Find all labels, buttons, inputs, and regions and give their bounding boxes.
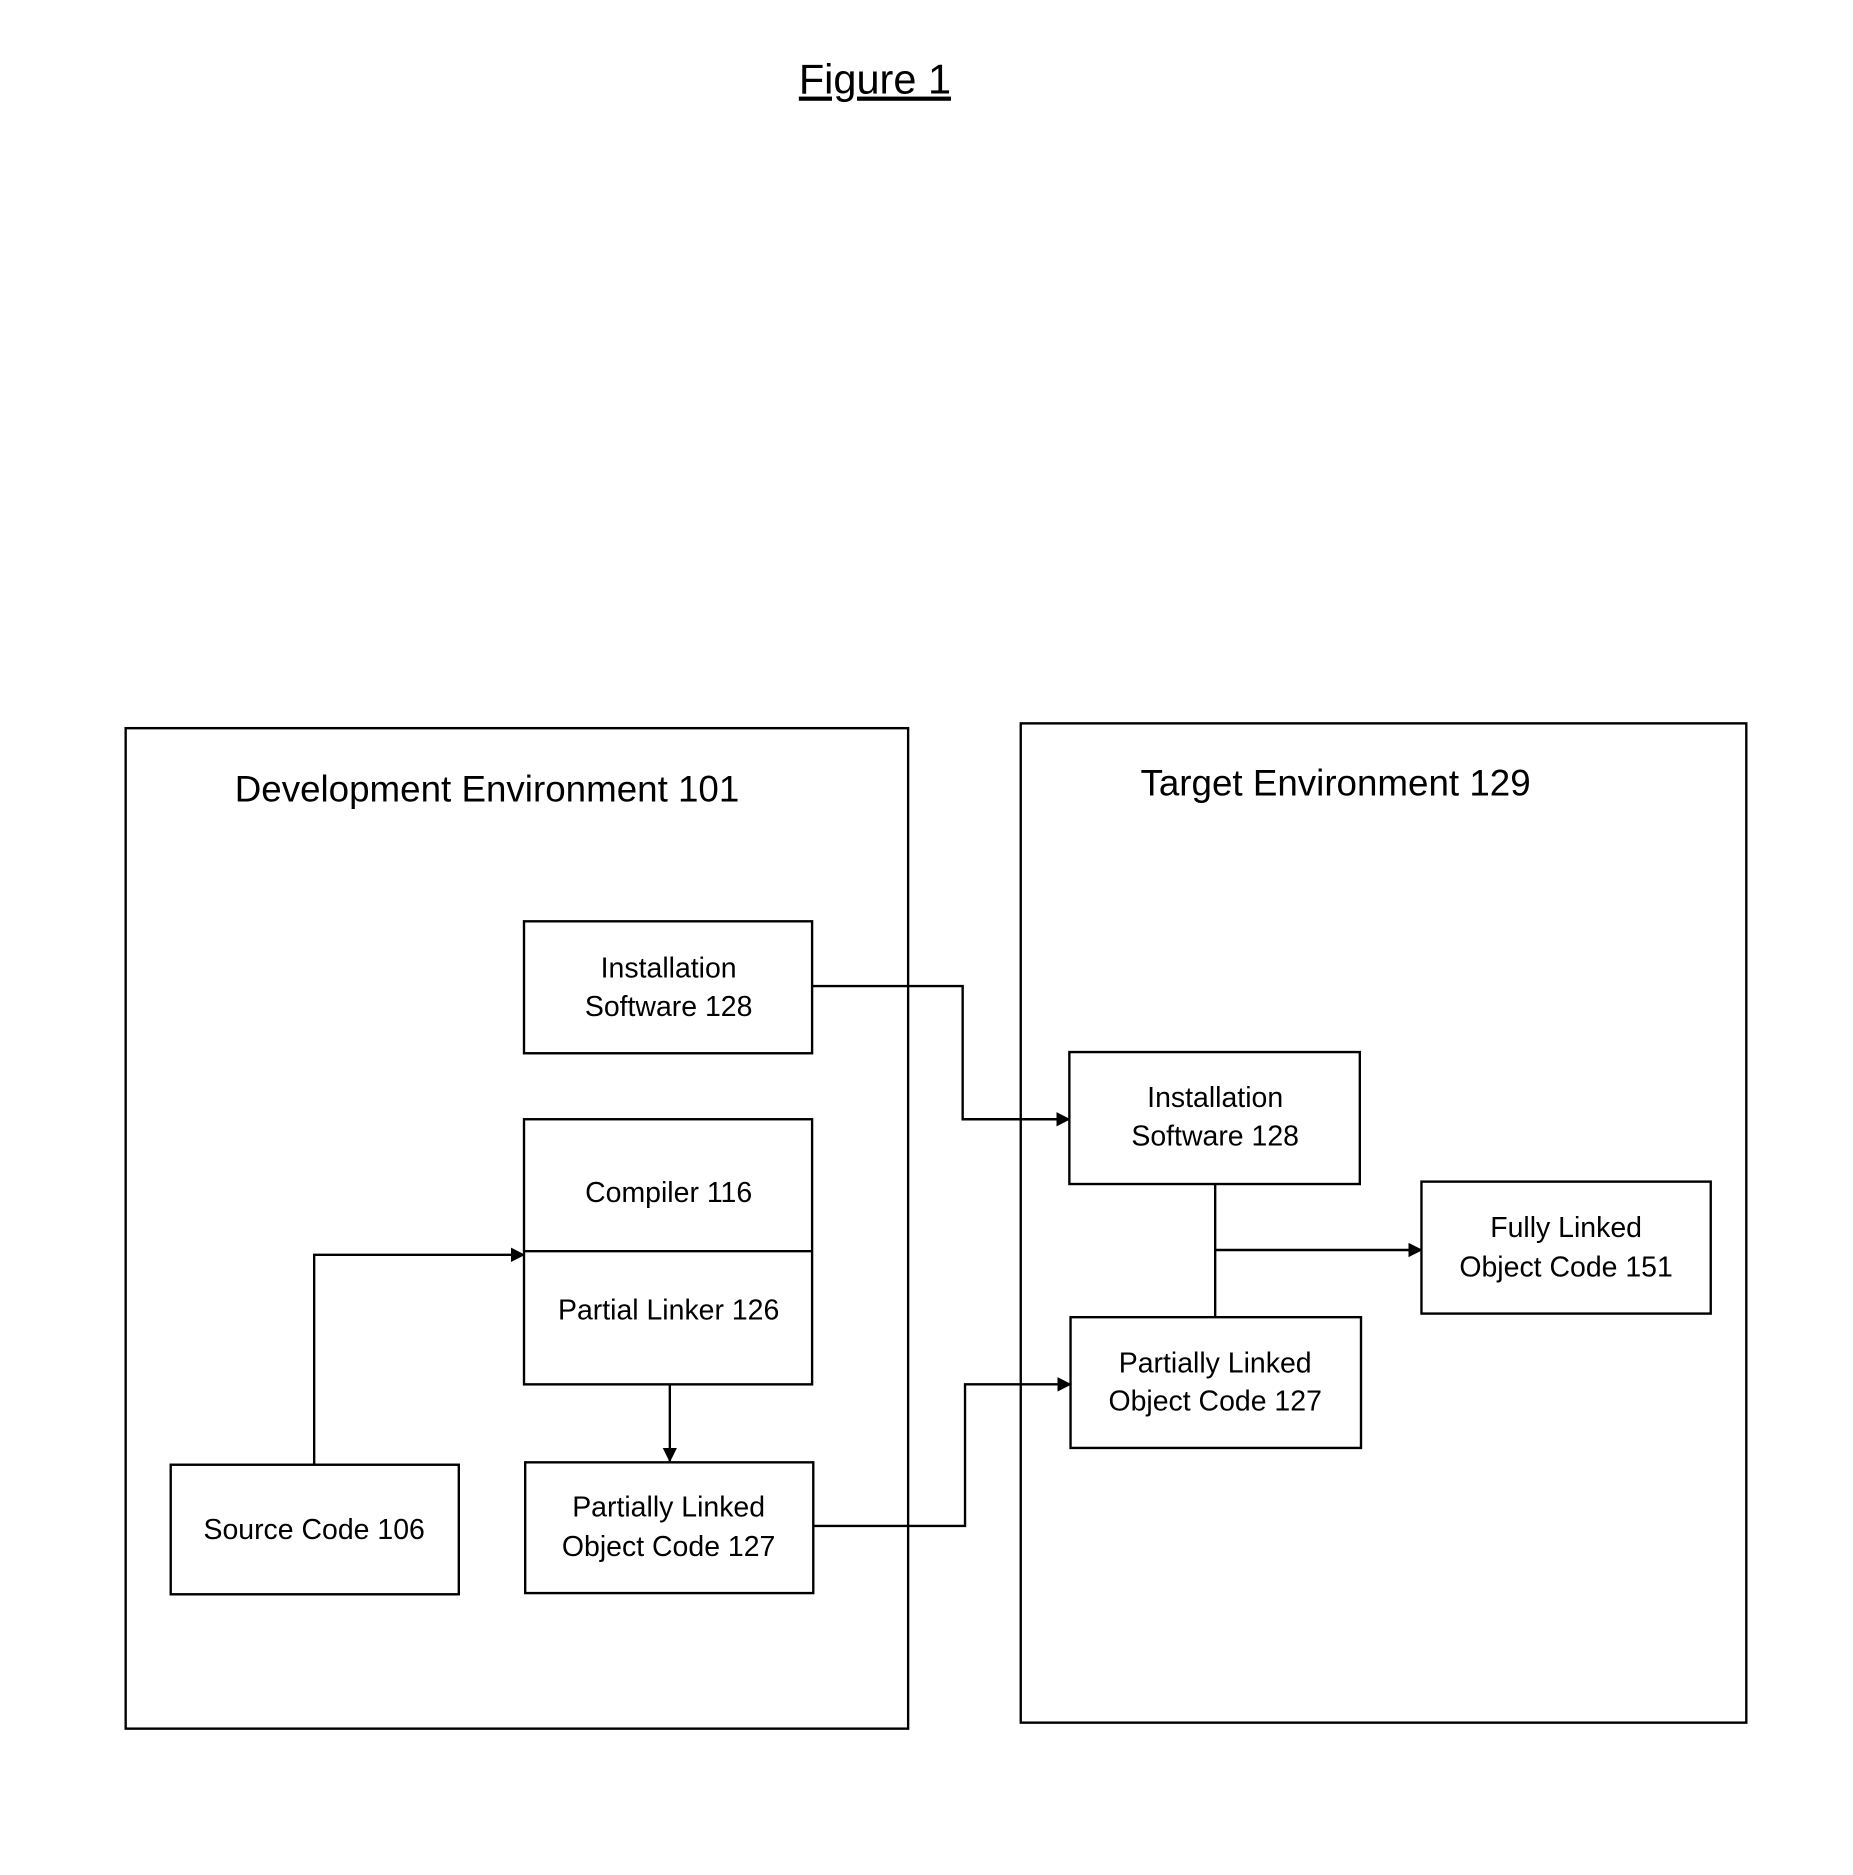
svg-text:Installation: Installation bbox=[601, 953, 737, 985]
svg-text:Object Code 127: Object Code 127 bbox=[562, 1531, 775, 1563]
target-partially-linked-object-code-box: Partially Linked Object Code 127 bbox=[1069, 1315, 1363, 1450]
partial-linker-label: Partial Linker 126 bbox=[558, 1294, 779, 1326]
source-code-box: Source Code 106 bbox=[169, 1463, 460, 1596]
svg-text:Source Code 106: Source Code 106 bbox=[203, 1514, 424, 1546]
svg-text:Object Code 151: Object Code 151 bbox=[1459, 1251, 1672, 1283]
svg-text:Fully Linked: Fully Linked bbox=[1490, 1212, 1642, 1244]
svg-text:Object Code 127: Object Code 127 bbox=[1108, 1386, 1321, 1418]
dev-partially-linked-object-code-box: Partially Linked Object Code 127 bbox=[524, 1461, 815, 1595]
target-environment-label: Target Environment 129 bbox=[1140, 762, 1530, 803]
svg-text:Software 128: Software 128 bbox=[1131, 1120, 1299, 1152]
diagram-canvas: Figure 1 Development Environment 101 Ins… bbox=[124, 55, 1748, 1730]
svg-text:Partially Linked: Partially Linked bbox=[1119, 1347, 1312, 1379]
svg-text:Partially Linked: Partially Linked bbox=[572, 1491, 765, 1523]
svg-text:Software 128: Software 128 bbox=[585, 991, 753, 1023]
development-environment-label: Development Environment 101 bbox=[235, 768, 740, 809]
target-installation-software-box: Installation Software 128 bbox=[1068, 1050, 1362, 1186]
compiler-linker-box: Compiler 116 Partial Linker 126 bbox=[522, 1118, 814, 1386]
compiler-label: Compiler 116 bbox=[585, 1177, 752, 1209]
fully-linked-object-code-box: Fully Linked Object Code 151 bbox=[1420, 1180, 1712, 1315]
svg-text:Installation: Installation bbox=[1147, 1082, 1283, 1114]
dev-installation-software-box: Installation Software 128 bbox=[522, 920, 814, 1055]
figure-title: Figure 1 bbox=[799, 55, 951, 102]
